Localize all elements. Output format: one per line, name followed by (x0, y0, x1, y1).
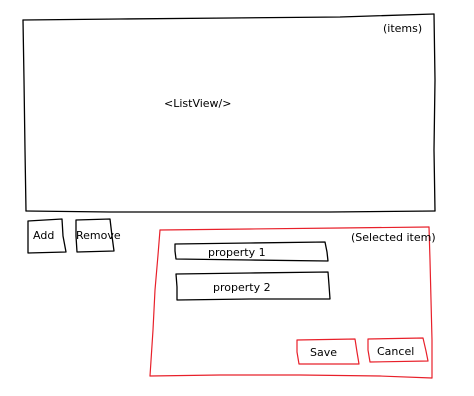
selected-item-panel-title: (Selected item) (351, 231, 436, 244)
listview[interactable] (25, 19, 433, 210)
listview-items-label: (items) (383, 22, 423, 35)
cancel-button-label: Cancel (377, 345, 415, 358)
property2-label: property 2 (213, 281, 271, 294)
listview-placeholder-label: <ListView/> (164, 97, 232, 110)
add-button-label: Add (33, 229, 55, 242)
save-button-label: Save (310, 346, 338, 359)
remove-button-label: Remove (76, 229, 121, 242)
property1-label: property 1 (208, 246, 266, 259)
